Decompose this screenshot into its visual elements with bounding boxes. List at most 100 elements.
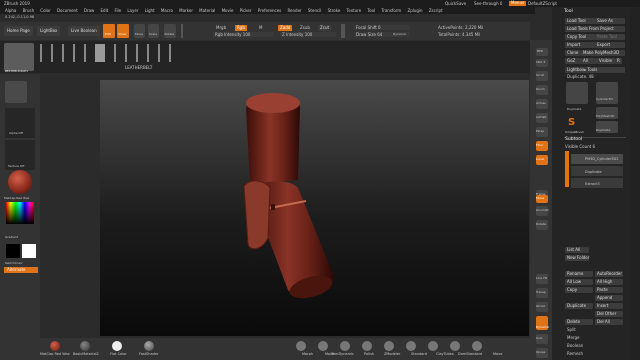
save-as-button[interactable]: Save As xyxy=(595,18,625,24)
tool-header[interactable]: Tool xyxy=(564,9,573,15)
see-through-slider[interactable]: See-through 0 xyxy=(474,1,502,6)
brush-thumbnail[interactable] xyxy=(51,44,53,62)
persp-button[interactable]: Persp xyxy=(536,127,548,137)
z-intensity-slider[interactable]: Z Intensity 100 xyxy=(280,32,336,37)
menu-zscript[interactable]: Zscript xyxy=(429,8,443,13)
main-color-swatch[interactable] xyxy=(6,244,20,258)
all-button[interactable]: All xyxy=(581,58,597,64)
menu-movie[interactable]: Movie xyxy=(222,8,234,13)
floor-button[interactable]: Floor xyxy=(536,141,548,151)
menu-preferences[interactable]: Preferences xyxy=(258,8,282,13)
menu-transform[interactable]: Transform xyxy=(381,8,401,13)
spix-button[interactable]: SPix 3 xyxy=(536,59,548,67)
dynamic-solo-button[interactable]: Dynamic xyxy=(536,316,549,330)
duplicate-thumbnail[interactable] xyxy=(566,82,588,104)
menu-texture[interactable]: Texture xyxy=(347,8,362,13)
menu-draw[interactable]: Draw xyxy=(84,8,94,13)
current-brush-thumbnail[interactable]: BELTHBUCKLE1 xyxy=(4,43,34,73)
brush-icon[interactable] xyxy=(472,341,482,351)
rename-button[interactable]: Rename xyxy=(565,271,593,277)
solo-button[interactable]: Solo xyxy=(536,334,548,344)
subtool-item-duplicate[interactable]: Duplicate xyxy=(571,166,623,176)
brush-thumbnail[interactable] xyxy=(114,44,116,62)
split-section[interactable]: Split xyxy=(567,328,576,332)
cylinder3d-thumbnail[interactable]: Cylinder3D xyxy=(596,82,618,104)
duplicate-button[interactable]: Duplicate xyxy=(565,303,593,309)
brush-icon[interactable] xyxy=(362,341,372,351)
polymesh3d-thumbnail[interactable]: PolyMesh3D xyxy=(596,107,618,119)
m-button[interactable]: M xyxy=(259,26,262,30)
menu-color[interactable]: Color xyxy=(40,8,50,13)
dynamic-toggle[interactable]: Dynamic xyxy=(393,33,406,36)
new-folder-button[interactable]: New Folder xyxy=(565,255,589,261)
autoreorder-button[interactable]: AutoReorder xyxy=(595,271,623,277)
export-button[interactable]: Export xyxy=(595,42,625,48)
del-other-button[interactable]: Del Other xyxy=(595,311,623,317)
scale-button[interactable]: Scale xyxy=(148,24,159,38)
merge-section[interactable]: Merge xyxy=(567,336,580,340)
menu-light[interactable]: Light xyxy=(145,8,155,13)
actual-button[interactable]: Actual xyxy=(536,99,548,109)
brush-icon[interactable] xyxy=(450,341,460,351)
alternate-button[interactable]: Alternate xyxy=(4,267,38,273)
lightbox-button[interactable]: LightBox xyxy=(37,26,61,36)
brush-thumbnail[interactable] xyxy=(147,44,149,62)
brush-icon[interactable] xyxy=(340,341,350,351)
boolean-section[interactable]: Boolean xyxy=(567,344,583,348)
brush-thumbnail[interactable] xyxy=(158,44,160,62)
color-picker[interactable] xyxy=(6,202,34,224)
right-tray-scrollbar[interactable] xyxy=(630,7,640,360)
zadd-button[interactable]: Zadd xyxy=(278,25,293,31)
brush-thumbnail[interactable] xyxy=(73,44,75,62)
quicksave-button[interactable]: QuickSave xyxy=(445,1,466,6)
paste-button[interactable]: Paste xyxy=(595,287,623,293)
lightbox-tools-button[interactable]: Lightbox▸ Tools xyxy=(565,67,625,73)
brush-icon[interactable] xyxy=(296,341,306,351)
delete-button[interactable]: Delete xyxy=(565,319,593,325)
mrgb-button[interactable]: Mrgb xyxy=(216,26,226,30)
menu-macro[interactable]: Macro xyxy=(161,8,173,13)
ghost-button[interactable]: Ghost xyxy=(536,302,548,312)
all-low-button[interactable]: All Low xyxy=(565,279,593,285)
transp-button[interactable]: Transp xyxy=(536,288,548,298)
viewport-canvas[interactable] xyxy=(100,80,529,336)
menu-stroke[interactable]: Stroke xyxy=(328,8,341,13)
subtool-scrollbar[interactable] xyxy=(565,151,569,187)
brush-thumbnail[interactable] xyxy=(84,44,86,62)
brush-icon[interactable] xyxy=(318,341,328,351)
del-all-button[interactable]: Del All xyxy=(595,319,623,325)
brush-icon[interactable] xyxy=(384,341,394,351)
rotate-button[interactable]: Rotate xyxy=(164,24,176,38)
brush-icon[interactable] xyxy=(428,341,438,351)
menu-document[interactable]: Document xyxy=(57,8,78,13)
all-high-button[interactable]: All High xyxy=(595,279,623,285)
remesh-section[interactable]: Remesh xyxy=(567,352,583,356)
aahalf-button[interactable]: AAHalf xyxy=(536,113,548,123)
menu-render[interactable]: Render xyxy=(287,8,301,13)
menu-alpha[interactable]: Alpha xyxy=(5,8,16,13)
menu-layer[interactable]: Layer xyxy=(127,8,138,13)
zsub-button[interactable]: Zsub xyxy=(300,26,310,30)
duplicate2-thumbnail[interactable]: Duplicate xyxy=(596,121,618,133)
subtool-header[interactable]: Subtool xyxy=(565,137,582,143)
rgb-button[interactable]: Rgb xyxy=(235,25,247,31)
flat-color-swatch[interactable] xyxy=(112,341,122,351)
stroke-thumbnail[interactable] xyxy=(5,81,27,103)
menu-tool[interactable]: Tool xyxy=(367,8,375,13)
move-button[interactable]: Move xyxy=(134,24,145,38)
goz-button[interactable]: GoZ xyxy=(565,58,581,64)
zoom3d-button[interactable]: Zoom3D xyxy=(536,206,549,216)
menu-brush[interactable]: Brush xyxy=(23,8,35,13)
brush-icon[interactable] xyxy=(406,341,416,351)
switch-color-label[interactable]: SwitchColor xyxy=(5,262,23,265)
append-button[interactable]: Append xyxy=(595,295,623,301)
basic-material-swatch[interactable] xyxy=(80,341,90,351)
visible-button[interactable]: Visible xyxy=(597,58,615,64)
brush-thumbnail[interactable] xyxy=(40,44,42,62)
menu-material[interactable]: Material xyxy=(199,8,215,13)
line-fill-button[interactable]: Line Fill xyxy=(536,274,548,284)
load-tools-from-project-button[interactable]: Load Tools From Project xyxy=(565,26,625,32)
secondary-color-swatch[interactable] xyxy=(22,244,36,258)
material-red-wax-swatch[interactable] xyxy=(50,341,60,351)
list-all-button[interactable]: List All xyxy=(565,247,589,253)
